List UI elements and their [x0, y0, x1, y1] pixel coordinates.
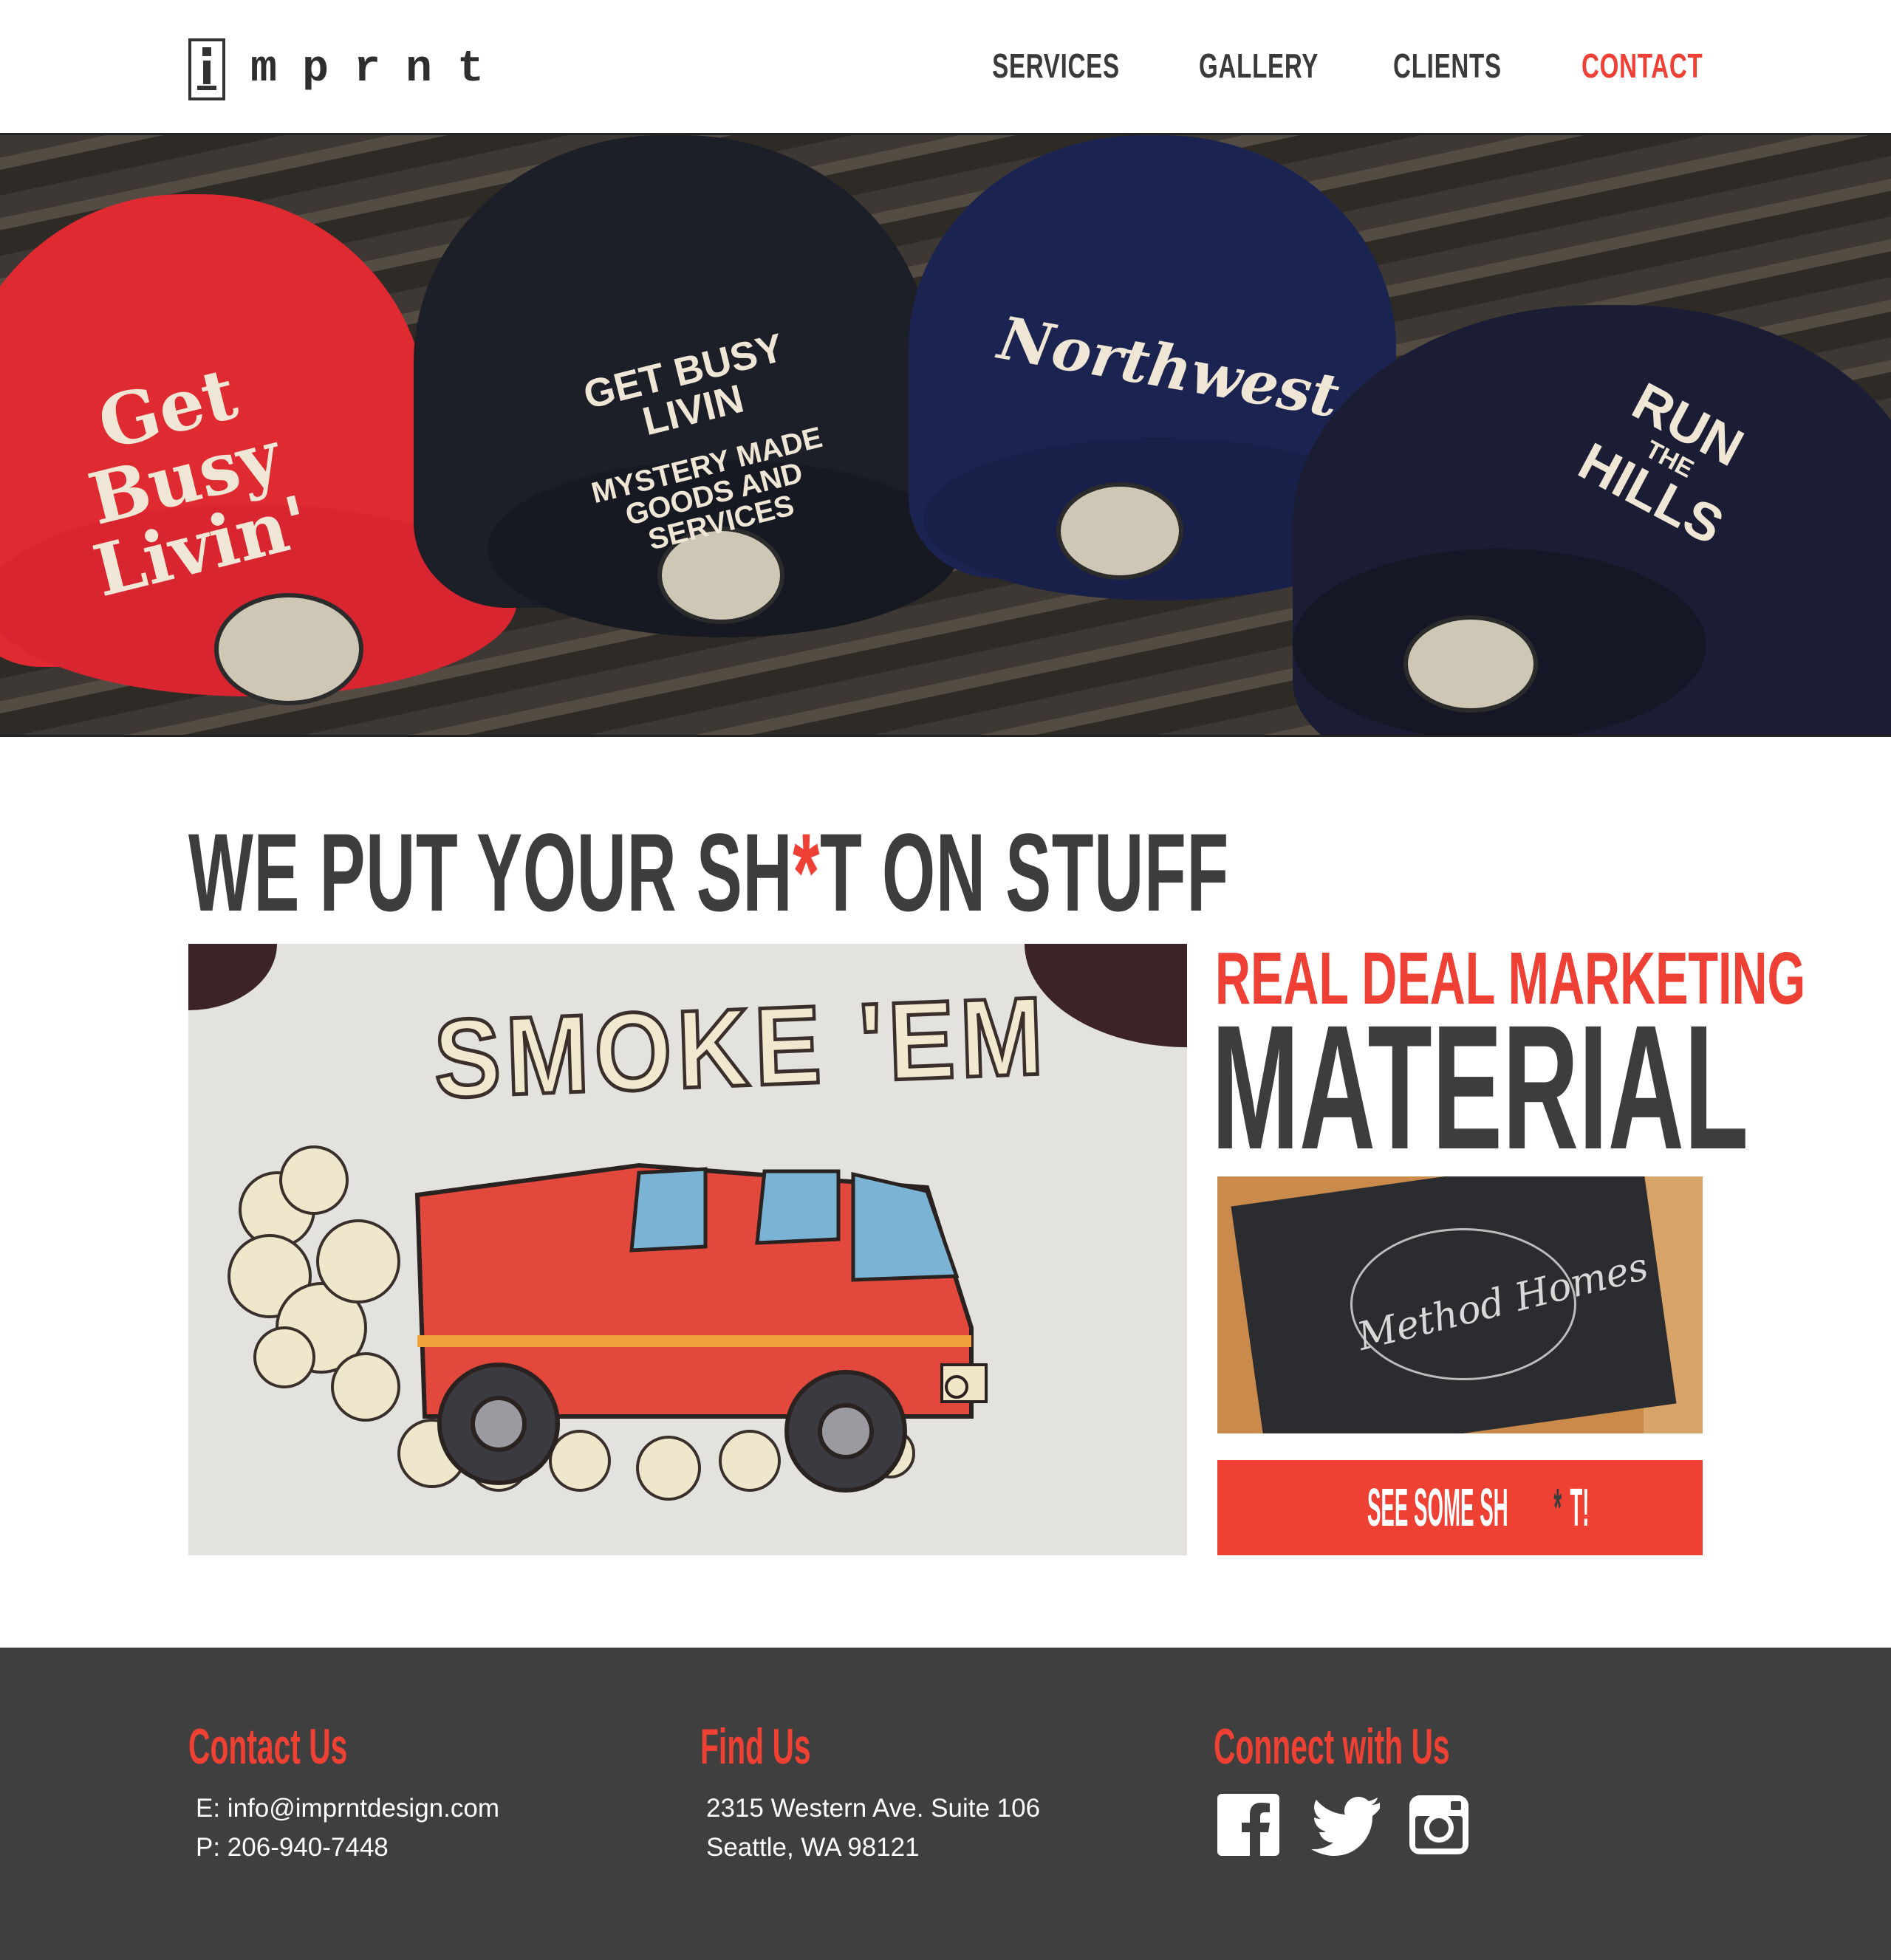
headline-star: * [793, 810, 821, 934]
find-heading: Find Us [700, 1719, 811, 1775]
method-homes-shirt-image: Method Homes [1217, 1176, 1703, 1433]
logo-text: mprnt [250, 44, 510, 95]
headline-text: T ON STUFF [820, 810, 1229, 934]
hero-image: Get Busy Livin' GET BUSY LIVIN MYSTERY M… [0, 133, 1891, 737]
van-illustration [228, 1145, 988, 1501]
nav-contact[interactable]: CONTACT [1581, 46, 1703, 86]
logo-mark-icon [188, 38, 225, 100]
navy-cap-right-image: RUN THE HILLS [1293, 305, 1891, 735]
contact-phone[interactable]: P: 206-940-7448 [196, 1833, 389, 1863]
nav-gallery[interactable]: GALLERY [1199, 46, 1319, 86]
headline-text: WE PUT YOUR SH [188, 810, 793, 934]
smoke-em-shirt-image: SMOKE 'EM [188, 944, 1187, 1555]
connect-heading: Connect with Us [1214, 1719, 1450, 1775]
page-headline: WE PUT YOUR SH*T ON STUFF [188, 809, 1229, 936]
cta-label: SEE SOME SH * T! [1367, 1478, 1590, 1538]
site-footer: Contact Us E: info@imprntdesign.com P: 2… [0, 1648, 1891, 1960]
contact-heading: Contact Us [188, 1719, 348, 1775]
nav-clients[interactable]: CLIENTS [1393, 46, 1502, 86]
twitter-icon[interactable] [1309, 1794, 1381, 1856]
site-logo[interactable]: mprnt [188, 38, 509, 100]
address-line-1: 2315 Western Ave. Suite 106 [706, 1794, 1041, 1823]
side-heading: MATERIAL [1211, 988, 1749, 1186]
main-nav: SERVICES GALLERY CLIENTS CONTACT [943, 46, 1703, 86]
facebook-icon[interactable] [1217, 1794, 1279, 1856]
instagram-icon[interactable] [1408, 1794, 1470, 1856]
red-cap-image: Get Busy Livin' [0, 194, 517, 705]
address-line-2: Seattle, WA 98121 [706, 1833, 920, 1862]
site-header: mprnt SERVICES GALLERY CLIENTS CONTACT [0, 0, 1891, 133]
see-some-button[interactable]: SEE SOME SH * T! [1217, 1460, 1703, 1555]
contact-email[interactable]: E: info@imprntdesign.com [196, 1794, 499, 1823]
nav-services[interactable]: SERVICES [992, 46, 1120, 86]
cap-text: Northwest [994, 303, 1344, 431]
black-cap-image: GET BUSY LIVIN MYSTERY MADE GOODS AND SE… [414, 135, 960, 637]
